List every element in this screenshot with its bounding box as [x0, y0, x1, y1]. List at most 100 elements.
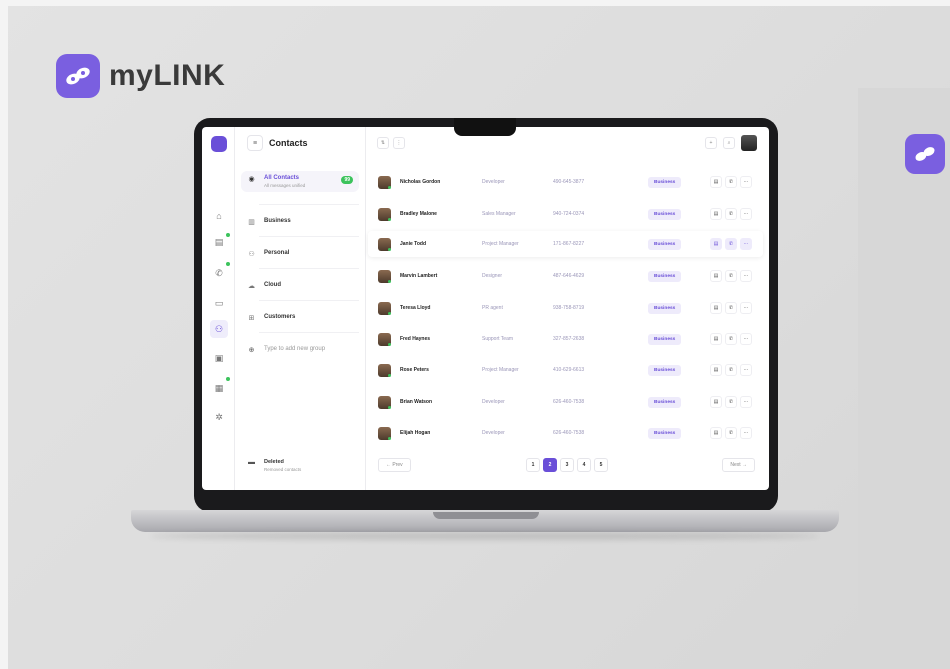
contact-row[interactable]: Rose Peters Project Manager 410-629-6613…: [368, 357, 763, 383]
page-button[interactable]: 3: [560, 458, 574, 472]
menu-icon[interactable]: ≡: [247, 135, 263, 151]
nav-rail: ⌂ ▤ ✆ ▭ ⚇ ▣ ▦ ✲: [202, 127, 235, 490]
contact-role: Project Manager: [482, 367, 519, 373]
brand-name: myLINK: [109, 59, 226, 92]
settings-icon[interactable]: ✲: [210, 408, 228, 426]
deleted-contacts[interactable]: ▬ Deleted Removed contacts: [248, 459, 301, 472]
message-icon[interactable]: ▤: [710, 427, 722, 439]
add-group-input[interactable]: ⊕ Type to add new group: [241, 342, 359, 358]
page-button[interactable]: 4: [577, 458, 591, 472]
add-contact-icon[interactable]: +: [705, 137, 717, 149]
contact-name: Fred Haynes: [400, 336, 431, 342]
group-personal[interactable]: ⚇ Personal: [241, 246, 359, 262]
contact-row[interactable]: Marvin Lambert Designer 487-646-4629 Bus…: [368, 263, 763, 289]
page-button-current[interactable]: 2: [543, 458, 557, 472]
more-icon[interactable]: ⋯: [740, 396, 752, 408]
message-icon[interactable]: ▤: [710, 208, 722, 220]
contact-name: Marvin Lambert: [400, 273, 438, 279]
call-icon[interactable]: ✆: [725, 427, 737, 439]
contact-name: Brian Watson: [400, 399, 433, 405]
call-icon[interactable]: ✆: [725, 176, 737, 188]
contact-row[interactable]: Teresa Lloyd PR agent 938-758-8719 Busin…: [368, 295, 763, 321]
people-icon: ⚇: [248, 251, 255, 258]
call-icon[interactable]: ✆: [725, 396, 737, 408]
contact-name: Elijah Hogan: [400, 430, 431, 436]
calendar-notification-dot: [226, 377, 230, 381]
more-icon[interactable]: ⋯: [740, 208, 752, 220]
more-icon[interactable]: ⋯: [740, 302, 752, 314]
contact-row[interactable]: Brian Watson Developer 626-460-7538 Busi…: [368, 389, 763, 415]
page-button[interactable]: 1: [526, 458, 540, 472]
app-logo-icon[interactable]: [211, 136, 227, 152]
call-icon[interactable]: ✆: [725, 302, 737, 314]
chat-notification-dot: [226, 233, 230, 237]
page-title: Contacts: [269, 138, 308, 148]
contact-role: Developer: [482, 179, 505, 185]
contact-row[interactable]: Nicholas Gordon Developer 490-645-3877 B…: [368, 169, 763, 195]
frame-left-edge: [0, 0, 8, 669]
contacts-icon[interactable]: ⚇: [210, 320, 228, 338]
group-all-contacts[interactable]: ◉ All Contacts All messages unified 99: [241, 171, 359, 192]
more-vertical-icon[interactable]: ⋮: [393, 137, 405, 149]
right-logo-icon: [905, 134, 945, 174]
sliders-icon[interactable]: ⇅: [377, 137, 389, 149]
more-icon[interactable]: ⋯: [740, 333, 752, 345]
more-icon[interactable]: ⋯: [740, 238, 752, 250]
call-icon[interactable]: ✆: [725, 270, 737, 282]
calendar-icon[interactable]: ▦: [210, 379, 228, 397]
prev-button[interactable]: ← Prev: [378, 458, 411, 472]
store-icon: ⊞: [248, 315, 255, 322]
toolbar: ⇅ ⋮: [377, 137, 405, 149]
message-icon[interactable]: ▤: [710, 238, 722, 250]
group-cloud[interactable]: ☁ Cloud: [241, 278, 359, 294]
brand: myLINK: [56, 54, 225, 98]
message-icon[interactable]: ▤: [710, 364, 722, 376]
contact-tag: Business: [648, 238, 682, 250]
online-dot: [388, 437, 391, 440]
contact-role: Project Manager: [482, 241, 519, 247]
message-icon[interactable]: ▤: [710, 396, 722, 408]
contact-row[interactable]: Fred Haynes Support Team 327-857-2638 Bu…: [368, 326, 763, 352]
more-icon[interactable]: ⋯: [740, 176, 752, 188]
page-button[interactable]: 5: [594, 458, 608, 472]
contact-row[interactable]: Bradley Malone Sales Manager 940-724-037…: [368, 201, 763, 227]
contact-name: Teresa Lloyd: [400, 305, 431, 311]
contact-role: Developer: [482, 399, 505, 405]
message-icon[interactable]: ▤: [710, 302, 722, 314]
user-avatar[interactable]: [741, 135, 757, 151]
trash-icon: ▬: [248, 459, 255, 466]
contact-row[interactable]: Elijah Hogan Developer 626-460-7538 Busi…: [368, 420, 763, 446]
divider: [259, 268, 359, 269]
devices-icon[interactable]: ▭: [210, 294, 228, 312]
more-icon[interactable]: ⋯: [740, 364, 752, 376]
add-group-placeholder: Type to add new group: [264, 346, 326, 352]
group-business[interactable]: ▥ Business: [241, 214, 359, 230]
more-icon[interactable]: ⋯: [740, 427, 752, 439]
call-icon[interactable]: ✆: [725, 208, 737, 220]
divider: [259, 332, 359, 333]
calendar-box-icon[interactable]: ▣: [210, 349, 228, 367]
groups-panel: ≡ Contacts ◉ All Contacts All messages u…: [235, 127, 366, 490]
call-icon[interactable]: ✆: [725, 238, 737, 250]
message-icon[interactable]: ▤: [710, 270, 722, 282]
person-circle-icon: ◉: [248, 176, 255, 183]
contact-phone: 327-857-2638: [553, 336, 585, 342]
group-label: Business: [264, 218, 291, 224]
home-icon[interactable]: ⌂: [210, 207, 228, 225]
group-customers[interactable]: ⊞ Customers: [241, 310, 359, 326]
contact-phone: 938-758-8719: [553, 305, 585, 311]
unread-badge: 99: [341, 176, 353, 184]
more-icon[interactable]: ⋯: [740, 270, 752, 282]
message-icon[interactable]: ▤: [710, 333, 722, 345]
phone-icon[interactable]: ✆: [210, 264, 228, 282]
contact-phone: 626-460-7538: [553, 430, 585, 436]
message-icon[interactable]: ▤: [710, 176, 722, 188]
contact-phone: 487-646-4629: [553, 273, 585, 279]
group-label: Personal: [264, 250, 290, 256]
call-icon[interactable]: ✆: [725, 333, 737, 345]
contact-row[interactable]: Janie Todd Project Manager 171-867-8227 …: [368, 231, 763, 257]
building-icon: ▥: [248, 219, 255, 226]
next-button[interactable]: Next →: [722, 458, 755, 472]
call-icon[interactable]: ✆: [725, 364, 737, 376]
search-icon[interactable]: ⌕: [723, 137, 735, 149]
